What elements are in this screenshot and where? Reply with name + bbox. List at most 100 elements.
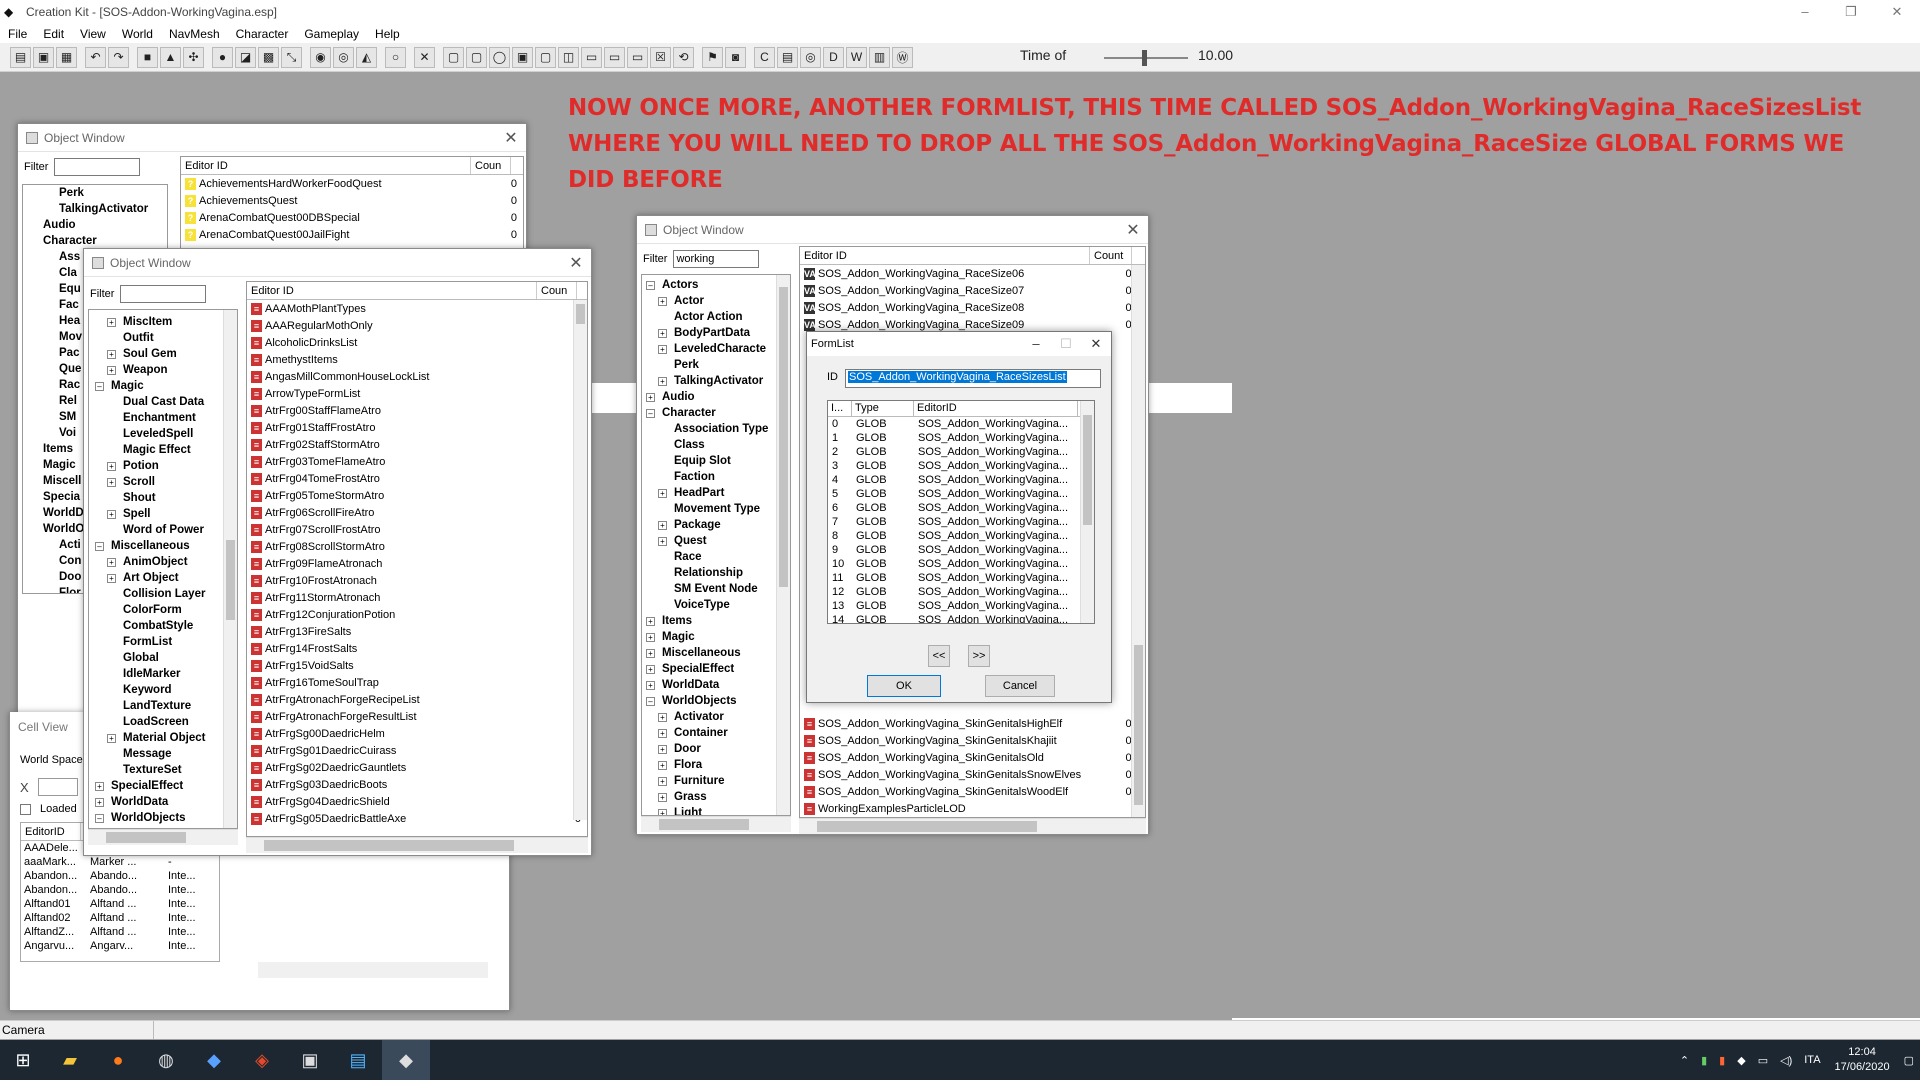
list-item[interactable]: ≡AtrFrg01StaffFrostAtro0 — [247, 419, 587, 436]
tree-item[interactable]: Movement Type — [642, 501, 790, 517]
expand-toggle-icon[interactable]: + — [107, 574, 116, 583]
list-item[interactable]: ? ArenaCombatQuest00JailFight 0 — [181, 226, 523, 243]
tree-item[interactable]: + TalkingActivator — [642, 373, 790, 389]
expand-toggle-icon[interactable]: + — [95, 798, 104, 807]
list-item[interactable]: ≡AtrFrgSg03DaedricBoots0 — [247, 776, 587, 793]
tray-chevron-icon[interactable]: ⌃ — [1680, 1054, 1689, 1067]
app-icon-4[interactable]: ◆ — [190, 1040, 238, 1080]
list-item[interactable]: ≡ SOS_Addon_WorkingVagina_SkinGenitalsSno… — [800, 766, 1145, 783]
list-item[interactable]: ≡ SOS_Addon_WorkingVagina_SkinGenitalsHig… — [800, 715, 1145, 732]
formlist-row[interactable]: 7 GLOB SOS_Addon_WorkingVagina... — [828, 515, 1094, 529]
list-hscroll[interactable] — [799, 818, 1146, 834]
tree-item[interactable]: Audio — [23, 217, 167, 233]
camera-icon[interactable]: ◙ — [725, 46, 746, 68]
menu-edit[interactable]: Edit — [35, 27, 72, 41]
tree-item[interactable]: FormList — [89, 634, 237, 650]
redo-icon[interactable]: ↷ — [108, 46, 129, 68]
circle-icon[interactable]: ◯ — [489, 46, 510, 68]
tree-item[interactable]: Shout — [89, 490, 237, 506]
tree-item[interactable]: Race — [642, 549, 790, 565]
flag-icon[interactable]: ⚑ — [702, 46, 723, 68]
ok-button[interactable]: OK — [867, 675, 941, 697]
list-item[interactable]: ? ArenaCombatQuest00DBSpecial 0 — [181, 209, 523, 226]
expand-toggle-icon[interactable]: + — [658, 729, 667, 738]
cell-row[interactable]: Abandon... Abando... Inte... — [21, 883, 219, 897]
col-count[interactable]: Count — [1090, 247, 1132, 264]
expand-toggle-icon[interactable]: + — [107, 734, 116, 743]
tree-item[interactable]: + LeveledCharacte — [642, 341, 790, 357]
list-item[interactable]: ≡AtrFrgSg01DaedricCuirass0 — [247, 742, 587, 759]
tree-item[interactable]: + Spell — [89, 506, 237, 522]
tree-item[interactable]: Character — [23, 233, 167, 249]
filter-input[interactable] — [673, 250, 760, 268]
cancel-button[interactable]: Cancel — [985, 675, 1055, 697]
expand-toggle-icon[interactable]: + — [658, 793, 667, 802]
export2-icon[interactable]: ▥ — [869, 46, 890, 68]
list-item[interactable]: ≡AtrFrgAtronachForgeRecipeList0 — [247, 691, 587, 708]
loaded-checkbox[interactable] — [20, 804, 31, 815]
list-item[interactable]: ≡AtrFrg13FireSalts0 — [247, 623, 587, 640]
cross-box-icon[interactable]: ☒ — [650, 46, 671, 68]
cell-list-hscroll[interactable] — [258, 962, 488, 978]
expand-toggle-icon[interactable]: + — [658, 345, 667, 354]
formlist-row[interactable]: 6 GLOB SOS_Addon_WorkingVagina... — [828, 501, 1094, 515]
save-icon[interactable]: ▣ — [33, 46, 54, 68]
notification-icon[interactable]: ▢ — [1904, 1054, 1914, 1067]
list-item[interactable]: ≡AtrFrg06ScrollFireAtro0 — [247, 504, 587, 521]
tree-item[interactable]: Perk — [23, 185, 167, 201]
tree-item[interactable]: LandTexture — [89, 698, 237, 714]
tree-item[interactable]: + SpecialEffect — [89, 778, 237, 794]
tree-item[interactable]: + Actor — [642, 293, 790, 309]
expand-toggle-icon[interactable]: + — [658, 297, 667, 306]
list-item[interactable]: VARSOS_Addon_WorkingVagina_RaceSize070 * — [800, 282, 1145, 299]
cell-row[interactable]: AlftandZ... Alftand ... Inte... — [21, 925, 219, 939]
tree-item[interactable]: + Material Object — [89, 730, 237, 746]
menu-file[interactable]: File — [0, 27, 35, 41]
tree-hscroll[interactable] — [88, 829, 238, 845]
tree-item[interactable]: + Package — [642, 517, 790, 533]
tree-item[interactable]: + Furniture — [642, 773, 790, 789]
formlist-row[interactable]: 13 GLOB SOS_Addon_WorkingVagina... — [828, 599, 1094, 613]
close-button[interactable]: ✕ — [1081, 336, 1111, 352]
menu-help[interactable]: Help — [367, 27, 408, 41]
expand-toggle-icon[interactable]: + — [95, 782, 104, 791]
layer2-icon[interactable]: ▢ — [466, 46, 487, 68]
app-icon-3[interactable]: ◍ — [142, 1040, 190, 1080]
frame3-icon[interactable]: ▭ — [627, 46, 648, 68]
firefox-icon[interactable]: ● — [94, 1040, 142, 1080]
expand-toggle-icon[interactable]: – — [646, 409, 655, 418]
path-icon[interactable]: ✕ — [414, 46, 435, 68]
navmesh-icon[interactable]: ■ — [137, 46, 158, 68]
tree-item[interactable]: + HeadPart — [642, 485, 790, 501]
expand-toggle-icon[interactable]: + — [658, 761, 667, 770]
formlist-table[interactable]: I... Type EditorID 0 GLOB SOS_Addon_WorkingV… — [827, 400, 1095, 624]
expand-toggle-icon[interactable]: + — [658, 777, 667, 786]
light-icon[interactable]: ◉ — [310, 46, 331, 68]
tree-item[interactable]: – Actors — [642, 277, 790, 293]
tree-item[interactable]: + Magic — [642, 629, 790, 645]
expand-toggle-icon[interactable]: + — [658, 489, 667, 498]
tree-item[interactable]: + Potion — [89, 458, 237, 474]
tree-item[interactable]: Dual Cast Data — [89, 394, 237, 410]
windows-start-icon[interactable]: ⊞ — [0, 1040, 46, 1080]
expand-toggle-icon[interactable]: + — [658, 377, 667, 386]
w-icon[interactable]: W — [846, 46, 867, 68]
tree-item[interactable]: + Light — [642, 805, 790, 815]
list-item[interactable]: ≡AtrFrg12ConjurationPotion0 — [247, 606, 587, 623]
minimize-button[interactable]: – — [1782, 4, 1828, 20]
expand-toggle-icon[interactable]: + — [646, 665, 655, 674]
tree-item[interactable]: ColorForm — [89, 602, 237, 618]
expand-toggle-icon[interactable]: + — [658, 329, 667, 338]
tree-item[interactable]: + Soul Gem — [89, 346, 237, 362]
ring-icon[interactable]: ◎ — [800, 46, 821, 68]
close-icon[interactable]: ✕ — [561, 253, 591, 273]
expand-toggle-icon[interactable]: + — [658, 809, 667, 815]
formlist-row[interactable]: 11 GLOB SOS_Addon_WorkingVagina... — [828, 571, 1094, 585]
expand-toggle-icon[interactable]: – — [95, 814, 104, 823]
tree-item[interactable]: Actor Action — [642, 309, 790, 325]
list-item[interactable]: ≡ SOS_Addon_WorkingVagina_SkinGenitalsOld… — [800, 749, 1145, 766]
cell-row[interactable]: Angarvu... Angarv... Inte... — [21, 939, 219, 953]
sphere-icon[interactable]: ● — [212, 46, 233, 68]
tree-item[interactable]: – Magic — [89, 378, 237, 394]
open-icon[interactable]: ▤ — [10, 46, 31, 68]
